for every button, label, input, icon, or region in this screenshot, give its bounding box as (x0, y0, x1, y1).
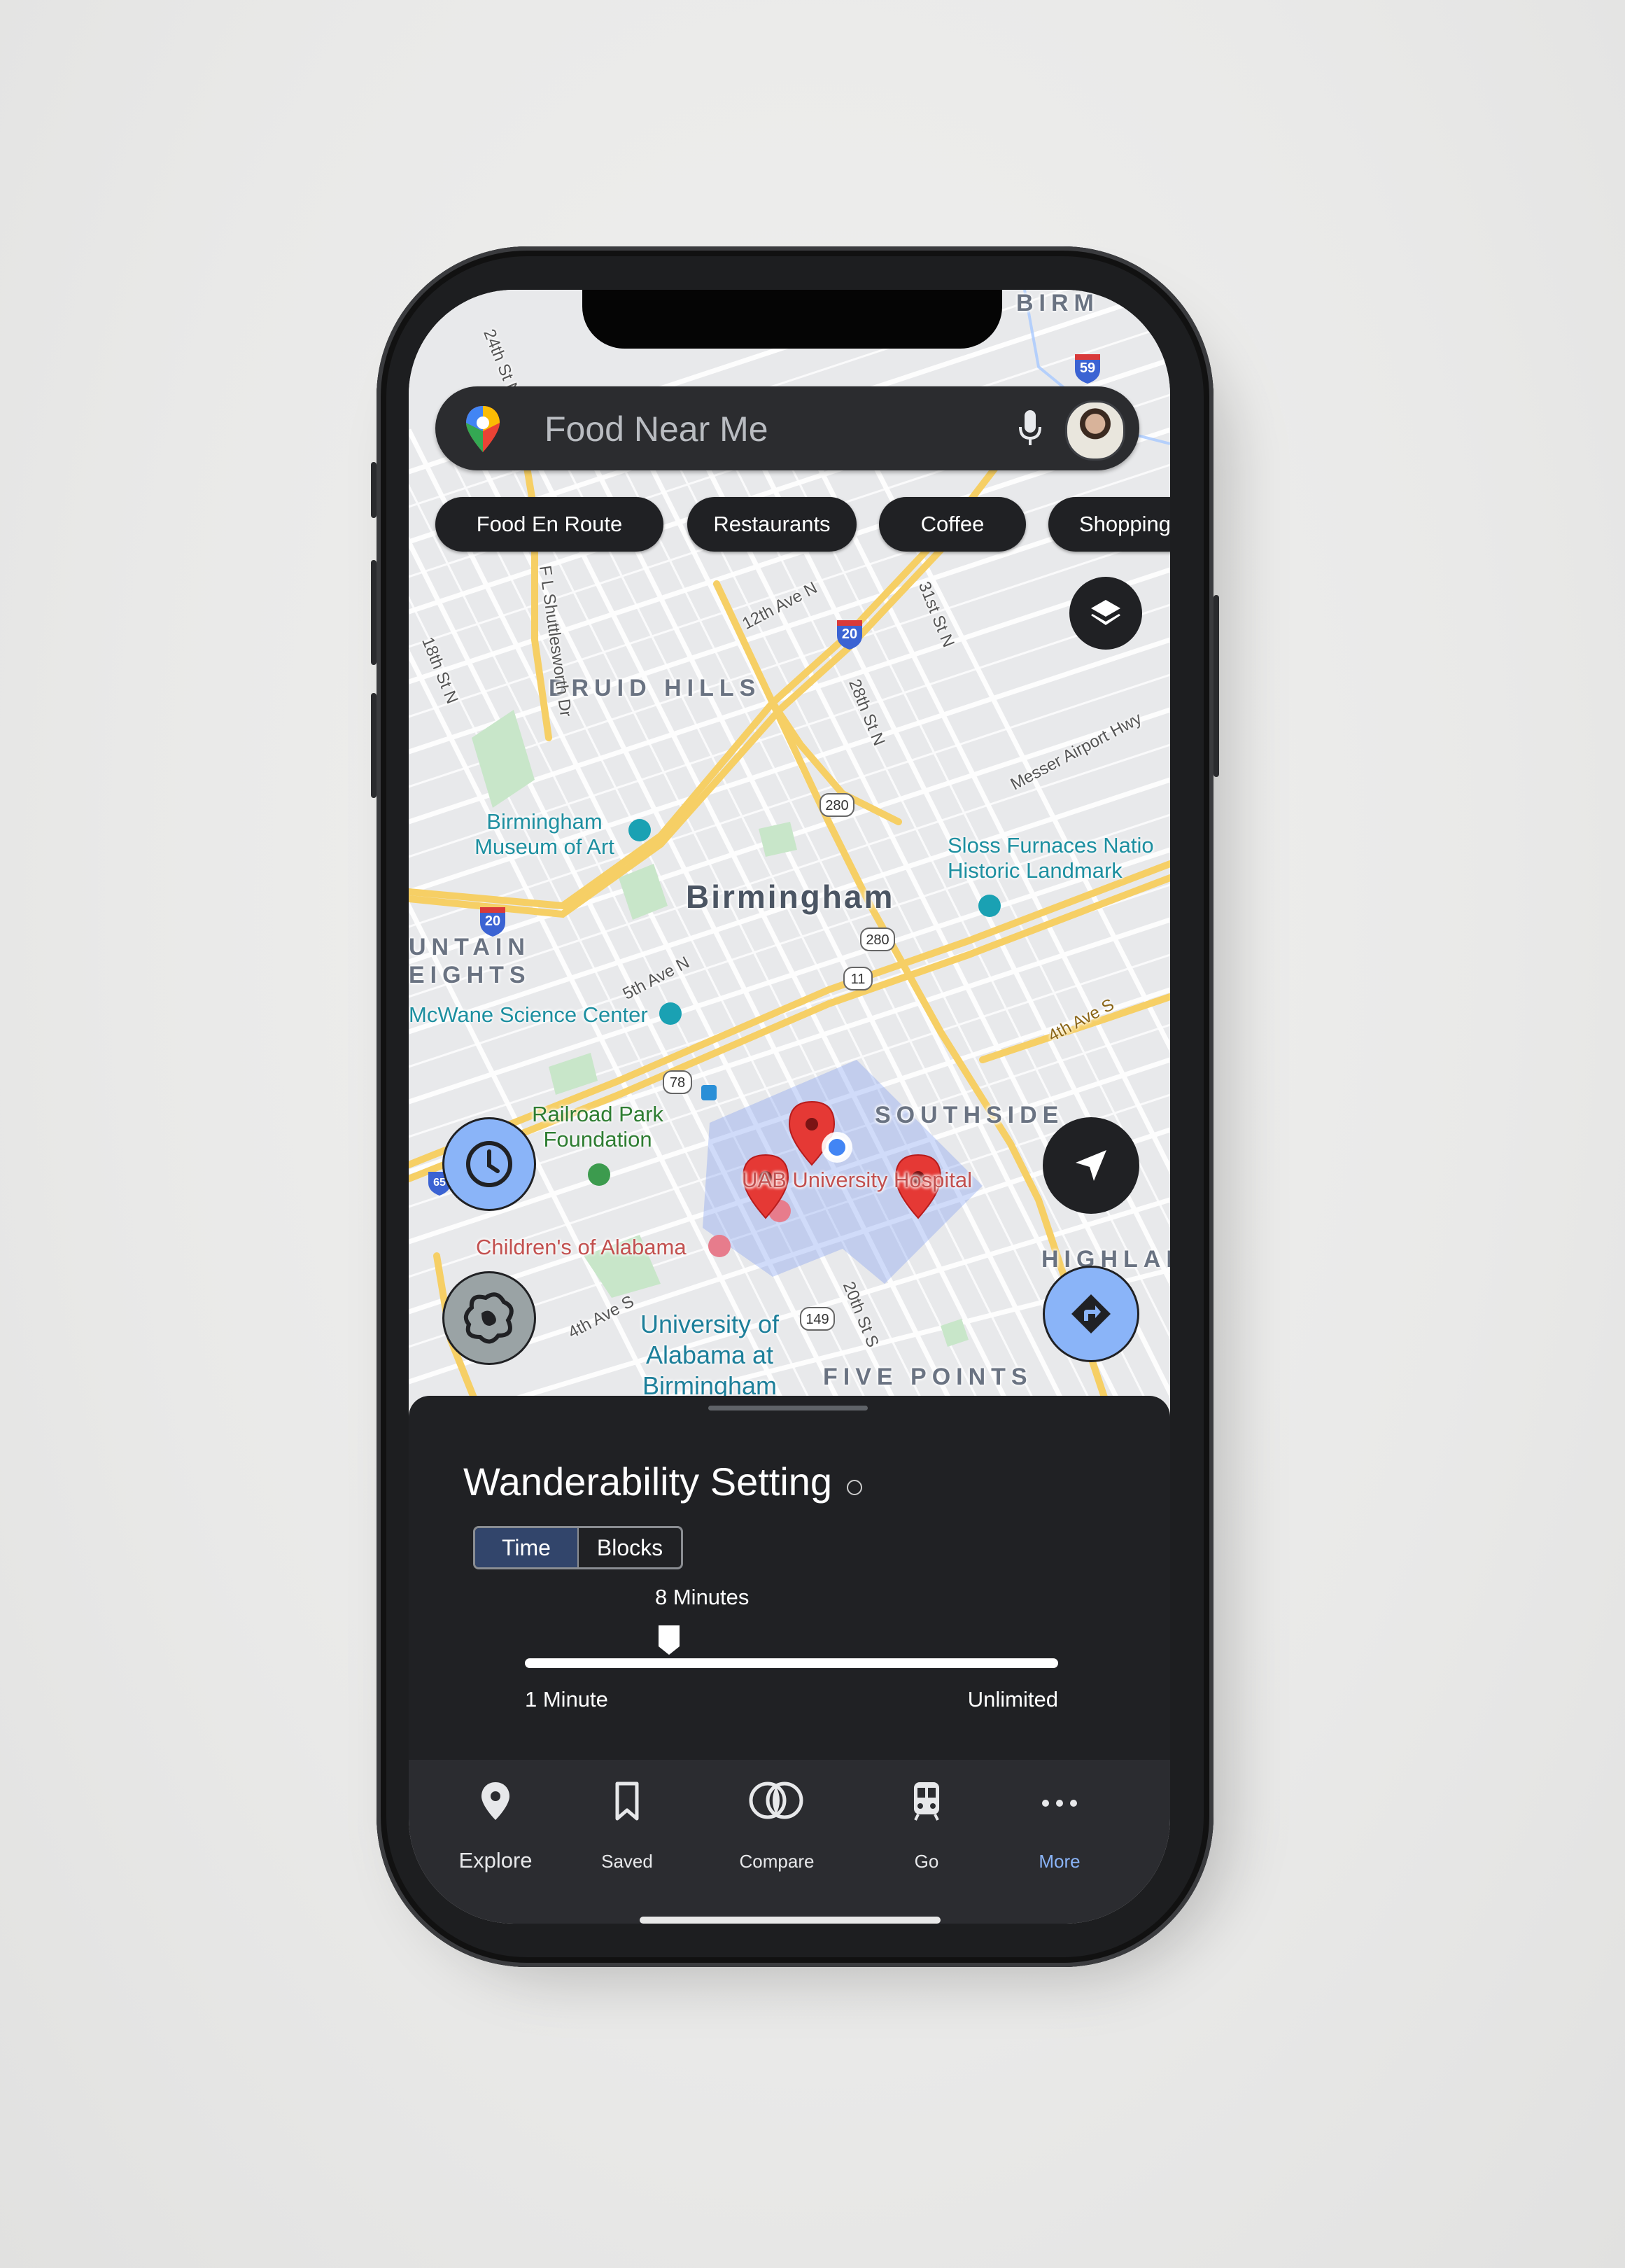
svg-text:280: 280 (825, 798, 848, 813)
segment-blocks[interactable]: Blocks (579, 1528, 681, 1567)
svg-text:59: 59 (1080, 360, 1095, 376)
area-label: DRUID HILLS (549, 675, 761, 701)
layers-button[interactable] (1069, 577, 1142, 650)
microphone-icon[interactable] (1016, 407, 1044, 449)
chip-coffee[interactable]: Coffee (879, 497, 1026, 552)
svg-text:280: 280 (866, 932, 889, 948)
maps-pin-icon (466, 406, 500, 452)
compare-circles-icon (749, 1782, 803, 1819)
sheet-title: Wanderability Setting (463, 1460, 833, 1504)
navigation-arrow-icon (1076, 1150, 1106, 1181)
phone-screen: 59 20 20 280 280 11 78 149 65 BIRM DRUID… (409, 290, 1170, 1924)
park-label-railroad[interactable]: Railroad Park Foundation (521, 1102, 675, 1152)
more-dots-icon (1042, 1800, 1077, 1807)
avatar[interactable] (1065, 400, 1125, 461)
navigate-button[interactable] (1043, 1117, 1139, 1214)
notch (582, 290, 1002, 349)
city-label: Birmingham (686, 878, 895, 915)
location-pin-icon (481, 1782, 509, 1820)
wander-slider-thumb[interactable] (657, 1624, 681, 1656)
area-label: BIRM (1016, 290, 1099, 316)
poi-label-museum[interactable]: Birmingham Museum of Art (460, 809, 628, 860)
history-button[interactable] (442, 1117, 536, 1211)
nav-more[interactable]: More (990, 1760, 1130, 1879)
clock-icon (466, 1141, 512, 1187)
area-label: SOUTHSIDE (875, 1102, 1064, 1128)
svg-text:11: 11 (851, 972, 866, 987)
area-label: UNTAIN (409, 934, 530, 960)
chip-food-en-route[interactable]: Food En Route (435, 497, 663, 552)
area-label: EIGHTS (409, 962, 531, 988)
nav-compare[interactable]: Compare (707, 1760, 847, 1879)
nav-saved[interactable]: Saved (557, 1760, 697, 1879)
poi-label-university[interactable]: University of Alabama at Birmingham (619, 1309, 801, 1401)
chip-shopping[interactable]: Shopping (1048, 497, 1170, 552)
hospital-label-uab[interactable]: UAB University Hospital (742, 1168, 972, 1193)
nav-explore[interactable]: Explore (425, 1760, 565, 1879)
hospital-label-childrens[interactable]: Children's of Alabama (476, 1235, 687, 1260)
nav-label: Compare (739, 1851, 815, 1872)
info-icon[interactable] (847, 1480, 862, 1495)
nav-go[interactable]: Go (857, 1760, 997, 1879)
layers-icon (1091, 600, 1120, 625)
bookmark-icon (615, 1782, 639, 1821)
poi-label-mcwane[interactable]: McWane Science Center (409, 1002, 648, 1028)
svg-text:149: 149 (806, 1312, 829, 1327)
transit-icon (914, 1782, 939, 1821)
wander-slider-track[interactable] (525, 1658, 1058, 1668)
directions-button[interactable] (1043, 1266, 1139, 1362)
svg-text:20: 20 (842, 626, 857, 642)
wander-button[interactable] (442, 1271, 536, 1365)
mode-segmented-control: Time Blocks (473, 1526, 683, 1569)
slider-value-label: 8 Minutes (655, 1585, 750, 1609)
home-indicator (640, 1917, 941, 1924)
nav-label: More (1039, 1851, 1081, 1872)
wanderability-sheet: Wanderability Setting Time Blocks 8 Minu… (409, 1396, 1170, 1760)
nav-label: Saved (601, 1851, 653, 1872)
slider-min-label: 1 Minute (525, 1687, 608, 1712)
svg-text:20: 20 (485, 913, 500, 929)
sheet-handle[interactable] (708, 1406, 868, 1410)
search-bar[interactable]: Food Near Me (435, 386, 1139, 470)
segment-time[interactable]: Time (475, 1528, 579, 1567)
slider-max-label: Unlimited (967, 1687, 1058, 1712)
wander-blob-icon (463, 1292, 514, 1344)
area-label: FIVE POINTS (823, 1364, 1033, 1390)
nav-label: Go (914, 1851, 939, 1872)
search-input[interactable]: Food Near Me (544, 409, 768, 449)
poi-label-sloss[interactable]: Sloss Furnaces Natio Historic Landmark (948, 833, 1170, 883)
nav-label: Explore (458, 1848, 533, 1872)
directions-icon (1071, 1294, 1111, 1334)
chip-restaurants[interactable]: Restaurants (687, 497, 857, 552)
svg-text:78: 78 (670, 1075, 685, 1091)
bottom-nav: Explore Saved Compare Go More (409, 1760, 1170, 1924)
